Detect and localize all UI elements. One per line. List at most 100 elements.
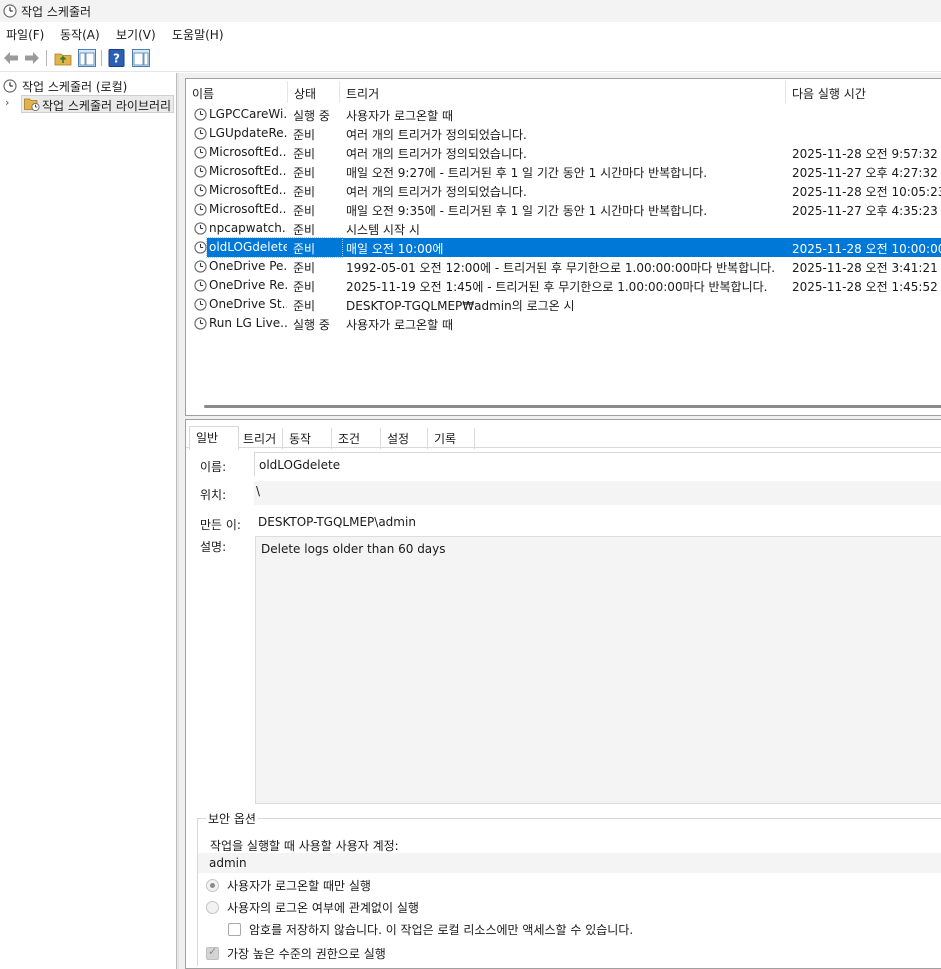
cell-status: 준비: [293, 242, 316, 256]
run-only-logged-on-label: 사용자가 로그온할 때만 실행: [227, 879, 371, 893]
tab-history[interactable]: 기록: [428, 428, 475, 449]
tab-conditions[interactable]: 조건: [332, 428, 381, 449]
author-field: DESKTOP-TGQLMEP\admin: [258, 515, 416, 529]
cell-name: OneDrive Re...: [209, 278, 287, 292]
cell-trigger: 매일 오전 9:27에 - 트리거된 후 1 일 기간 동안 1 시간마다 반복…: [346, 166, 708, 180]
table-row[interactable]: MicrosoftEd... 준비 매일 오전 9:27에 - 트리거된 후 1 일…: [186, 162, 941, 181]
menu-action[interactable]: 동작(A): [60, 26, 100, 43]
run-whether-logged-on-radio[interactable]: [206, 901, 219, 914]
menu-view[interactable]: 보기(V): [116, 26, 156, 43]
cell-name: OneDrive St...: [209, 297, 287, 311]
tab-actions[interactable]: 동작: [283, 428, 332, 449]
table-row[interactable]: MicrosoftEd... 준비 매일 오전 9:35에 - 트리거된 후 1 일…: [186, 200, 941, 219]
toolbar-separator: [46, 50, 47, 66]
cell-trigger: 매일 오전 9:35에 - 트리거된 후 1 일 기간 동안 1 시간마다 반복…: [346, 204, 708, 218]
cell-name: LGUpdateRe...: [209, 126, 287, 140]
table-row[interactable]: npcapwatch... 준비 시스템 시작 시: [186, 219, 941, 238]
table-row[interactable]: oldLOGdelete 준비 매일 오전 10:00에 2025-11-28 오전 …: [186, 237, 941, 258]
menu-bar: 파일(F) 동작(A) 보기(V) 도움말(H): [0, 22, 941, 44]
cell-trigger: 여러 개의 트리거가 정의되었습니다.: [346, 185, 527, 199]
task-clock-icon: [194, 260, 207, 273]
cell-trigger: DESKTOP-TGQLMEP₩admin의 로그온 시: [346, 299, 575, 313]
help-icon[interactable]: ?: [107, 48, 127, 68]
column-header-trigger[interactable]: 트리거: [340, 81, 786, 103]
cell-status: 실행 중: [293, 318, 330, 332]
show-hide-action-pane-icon[interactable]: [131, 48, 151, 68]
table-row[interactable]: LGPCCareWi... 실행 중 사용자가 로그온할 때: [186, 105, 941, 124]
list-header: 이름 상태 트리거 다음 실행 시간: [186, 81, 941, 103]
cell-trigger: 2025-11-19 오전 1:45에 - 트리거된 후 무기한으로 1.00:…: [346, 280, 768, 294]
table-row[interactable]: MicrosoftEd... 준비 여러 개의 트리거가 정의되었습니다. 2025-…: [186, 143, 941, 162]
cell-trigger: 1992-05-01 오전 12:00에 - 트리거된 후 무기한으로 1.00…: [346, 261, 776, 275]
tree-item-task-scheduler-library[interactable]: › 작업 스케줄러 라이브러리: [2, 95, 176, 113]
title-bar: 작업 스케줄러: [0, 0, 941, 22]
menu-file[interactable]: 파일(F): [6, 26, 44, 43]
run-highest-privileges-checkbox[interactable]: [206, 945, 219, 960]
tab-label: 조건: [338, 432, 361, 446]
column-header-name[interactable]: 이름: [186, 81, 288, 103]
tab-label: 동작: [289, 432, 312, 446]
table-row[interactable]: Run LG Live... 실행 중 사용자가 로그온할 때: [186, 314, 941, 333]
cell-name: Run LG Live...: [209, 316, 287, 330]
back-arrow-icon[interactable]: [1, 48, 21, 68]
description-field[interactable]: Delete logs older than 60 days: [255, 536, 941, 804]
svg-text:?: ?: [113, 52, 120, 66]
cell-name: MicrosoftEd...: [209, 183, 287, 197]
cell-trigger: 사용자가 로그온할 때: [346, 318, 453, 332]
task-clock-icon: [194, 184, 207, 197]
show-hide-console-tree-icon[interactable]: [77, 48, 97, 68]
tab-label: 트리거: [243, 432, 277, 446]
cell-next: 2025-11-27 오후 4:27:32: [792, 166, 938, 180]
table-row[interactable]: OneDrive Pe... 준비 1992-05-01 오전 12:00에 - 트…: [186, 257, 941, 276]
cell-name: MicrosoftEd...: [209, 164, 287, 178]
table-row[interactable]: LGUpdateRe... 준비 여러 개의 트리거가 정의되었습니다.: [186, 124, 941, 143]
tab-triggers[interactable]: 트리거: [237, 428, 283, 449]
user-account-field: admin: [198, 853, 941, 873]
table-row[interactable]: OneDrive Re... 준비 2025-11-19 오전 1:45에 - 트리…: [186, 276, 941, 295]
run-whether-logged-on-label: 사용자의 로그온 여부에 관계없이 실행: [227, 901, 419, 915]
table-row[interactable]: OneDrive St... 준비 DESKTOP-TGQLMEP₩admin의 로…: [186, 295, 941, 314]
clock-icon: [3, 79, 17, 93]
cell-name: OneDrive Pe...: [209, 259, 287, 273]
run-highest-privileges-label: 가장 높은 수준의 권한으로 실행: [227, 947, 386, 961]
tree-item-task-scheduler-local[interactable]: 작업 스케줄러 (로컬): [2, 77, 176, 95]
menu-help[interactable]: 도움말(H): [172, 26, 224, 43]
chevron-right-icon[interactable]: ›: [5, 96, 9, 109]
tab-label: 설정: [387, 432, 410, 446]
tab-settings[interactable]: 설정: [381, 428, 428, 449]
cell-status: 준비: [293, 166, 316, 180]
forward-arrow-icon[interactable]: [22, 48, 42, 68]
security-options-group: 보안 옵션 작업을 실행할 때 사용할 사용자 계정: admin 사용자가 로…: [197, 810, 941, 966]
name-label: 이름:: [200, 460, 227, 474]
run-only-logged-on-radio[interactable]: [206, 879, 219, 892]
location-field: \: [254, 481, 941, 505]
tree-child-text: 작업 스케줄러 라이브러리: [42, 99, 172, 113]
column-header-status[interactable]: 상태: [288, 81, 340, 103]
tree-item-label: 작업 스케줄러 라이브러리: [21, 95, 175, 113]
author-label: 만든 이:: [200, 518, 241, 532]
column-header-next-run[interactable]: 다음 실행 시간: [786, 81, 941, 103]
cell-status: 준비: [293, 147, 316, 161]
horizontal-scrollbar[interactable]: [204, 405, 941, 408]
cell-next: 2025-11-28 오전 10:05:23: [792, 185, 941, 199]
cell-next: 2025-11-28 오전 1:45:52: [792, 280, 938, 294]
cell-status: 준비: [293, 280, 316, 294]
detail-tabs: 일반 트리거 동작 조건 설정 기록: [186, 426, 941, 450]
cell-status: 준비: [293, 204, 316, 218]
do-not-store-password-checkbox[interactable]: [228, 923, 241, 936]
cell-next: 2025-11-28 오전 9:57:32: [792, 147, 938, 161]
up-folder-icon[interactable]: [53, 48, 73, 68]
task-clock-icon: [194, 108, 207, 121]
task-clock-icon: [194, 203, 207, 216]
tab-label: 일반: [196, 431, 219, 445]
cell-status: 준비: [293, 261, 316, 275]
table-row[interactable]: MicrosoftEd... 준비 여러 개의 트리거가 정의되었습니다. 2025-…: [186, 181, 941, 200]
toolbar-separator: [101, 50, 102, 66]
name-field[interactable]: oldLOGdelete: [254, 452, 941, 476]
task-clock-icon: [194, 222, 207, 235]
task-list: 이름 상태 트리거 다음 실행 시간 LGPCCareWi... 실행 중 사용자가…: [185, 78, 941, 416]
tab-general[interactable]: 일반: [189, 426, 239, 450]
tab-label: 기록: [434, 432, 457, 446]
cell-trigger: 시스템 시작 시: [346, 223, 420, 237]
do-not-store-password-label: 암호를 저장하지 않습니다. 이 작업은 로컬 리소스에만 액세스할 수 있습니…: [249, 923, 634, 937]
